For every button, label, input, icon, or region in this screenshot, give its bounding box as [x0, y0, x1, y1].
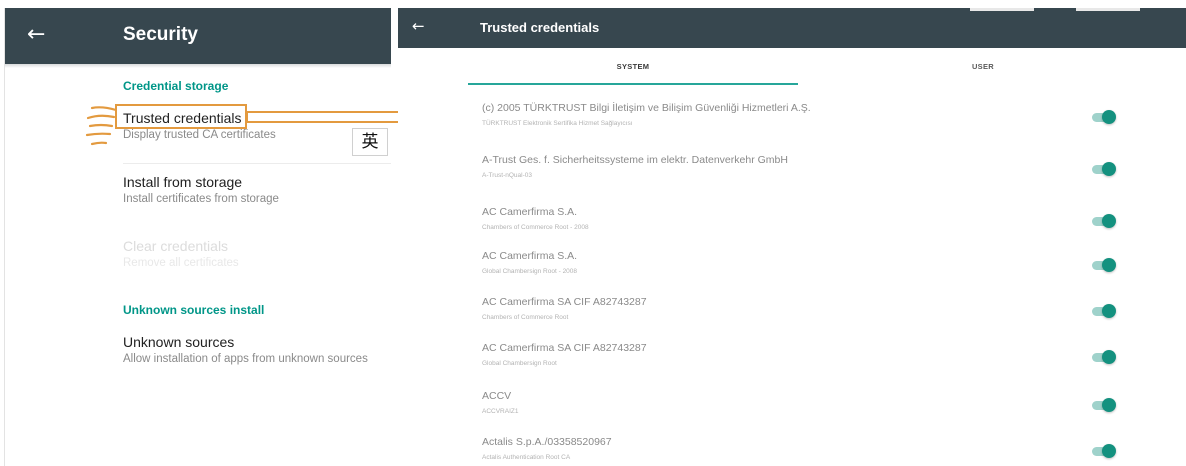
screen: ← Security Credential storage Trusted cr… — [0, 0, 1186, 466]
certificate-row[interactable]: AC Camerfirma SA CIF A82743287 Global Cha… — [398, 338, 1186, 386]
certificate-toggle[interactable] — [1092, 162, 1116, 176]
install-from-storage-item[interactable]: Install from storage — [123, 174, 242, 190]
divider — [123, 163, 391, 164]
certificate-row[interactable]: AC Camerfirma SA CIF A82743287 Chambers o… — [398, 292, 1186, 340]
certificate-subtitle: Chambers of Commerce Root - 2008 — [482, 224, 589, 231]
toggle-thumb — [1102, 444, 1116, 458]
active-tab-indicator — [468, 83, 798, 85]
back-arrow-icon[interactable]: ← — [412, 17, 425, 35]
certificate-row[interactable]: AC Camerfirma S.A. Chambers of Commerce R… — [398, 202, 1186, 250]
certificate-name: AC Camerfirma SA CIF A82743287 — [482, 296, 647, 308]
tab-bar: SYSTEM USER — [468, 56, 1186, 86]
certificate-toggle[interactable] — [1092, 350, 1116, 364]
ime-indicator[interactable]: 英 — [352, 128, 388, 156]
certificate-name: A-Trust Ges. f. Sicherheitssysteme im el… — [482, 154, 788, 166]
highlight-box — [115, 104, 247, 129]
install-from-storage-summary: Install certificates from storage — [123, 193, 279, 205]
toolbar-shadow — [5, 64, 391, 68]
certificate-subtitle: ACCVRAIZ1 — [482, 408, 519, 415]
security-settings-panel: ← Security Credential storage Trusted cr… — [4, 8, 391, 466]
clear-credentials-item: Clear credentials — [123, 238, 229, 254]
toggle-thumb — [1102, 398, 1116, 412]
certificate-toggle[interactable] — [1092, 258, 1116, 272]
certificate-subtitle: Global Chambersign Root - 2008 — [482, 268, 578, 275]
page-title: Security — [123, 24, 198, 45]
certificate-name: AC Camerfirma S.A. — [482, 206, 578, 218]
toggle-thumb — [1102, 110, 1116, 124]
certificate-subtitle: TÜRKTRUST Elektronik Sertifika Hizmet Sa… — [482, 120, 633, 127]
toggle-thumb — [1102, 304, 1116, 318]
certificate-subtitle: Global Chambersign Root — [482, 360, 557, 367]
unknown-sources-item[interactable]: Unknown sources — [123, 334, 234, 350]
tab-system[interactable]: SYSTEM — [468, 56, 798, 86]
unknown-sources-header: Unknown sources install — [123, 303, 265, 317]
certificate-name: AC Camerfirma S.A. — [482, 250, 578, 262]
certificate-row[interactable]: A-Trust Ges. f. Sicherheitssysteme im el… — [398, 150, 1186, 198]
certificate-row[interactable]: Actalis S.p.A./03358520967 Actalis Authen… — [398, 432, 1186, 466]
trusted-credentials-panel: ← Trusted credentials SYSTEM USER (c) 20… — [398, 8, 1186, 466]
security-toolbar: ← Security — [5, 8, 391, 64]
certificate-name: (c) 2005 TÜRKTRUST Bilgi İletişim ve Bil… — [482, 102, 811, 114]
tab-user[interactable]: USER — [818, 56, 1148, 86]
trusted-toolbar: ← Trusted credentials — [398, 8, 1186, 48]
toggle-thumb — [1102, 350, 1116, 364]
certificate-toggle[interactable] — [1092, 214, 1116, 228]
certificate-toggle[interactable] — [1092, 110, 1116, 124]
certificate-toggle[interactable] — [1092, 444, 1116, 458]
toggle-thumb — [1102, 214, 1116, 228]
clear-credentials-summary: Remove all certificates — [123, 257, 239, 269]
certificate-subtitle: Chambers of Commerce Root — [482, 314, 569, 321]
toolbar-stub — [1076, 8, 1140, 11]
toolbar-stub — [970, 8, 1034, 11]
certificate-subtitle: A-Trust-nQual-03 — [482, 172, 532, 179]
trusted-title: Trusted credentials — [480, 20, 600, 35]
toggle-thumb — [1102, 258, 1116, 272]
certificate-subtitle: Actalis Authentication Root CA — [482, 454, 571, 461]
certificate-name: ACCV — [482, 390, 512, 402]
certificate-toggle[interactable] — [1092, 304, 1116, 318]
unknown-sources-summary: Allow installation of apps from unknown … — [123, 353, 368, 365]
certificate-row[interactable]: AC Camerfirma S.A. Global Chambersign Roo… — [398, 246, 1186, 294]
certificate-row[interactable]: ACCV ACCVRAIZ1 — [398, 386, 1186, 434]
back-arrow-icon[interactable]: ← — [27, 22, 45, 47]
certificate-name: AC Camerfirma SA CIF A82743287 — [482, 342, 647, 354]
certificate-row[interactable]: (c) 2005 TÜRKTRUST Bilgi İletişim ve Bil… — [398, 98, 1186, 146]
toggle-thumb — [1102, 162, 1116, 176]
credential-storage-header: Credential storage — [123, 79, 229, 93]
certificate-toggle[interactable] — [1092, 398, 1116, 412]
pointing-hand-icon — [85, 106, 118, 146]
certificate-name: Actalis S.p.A./03358520967 — [482, 436, 612, 448]
